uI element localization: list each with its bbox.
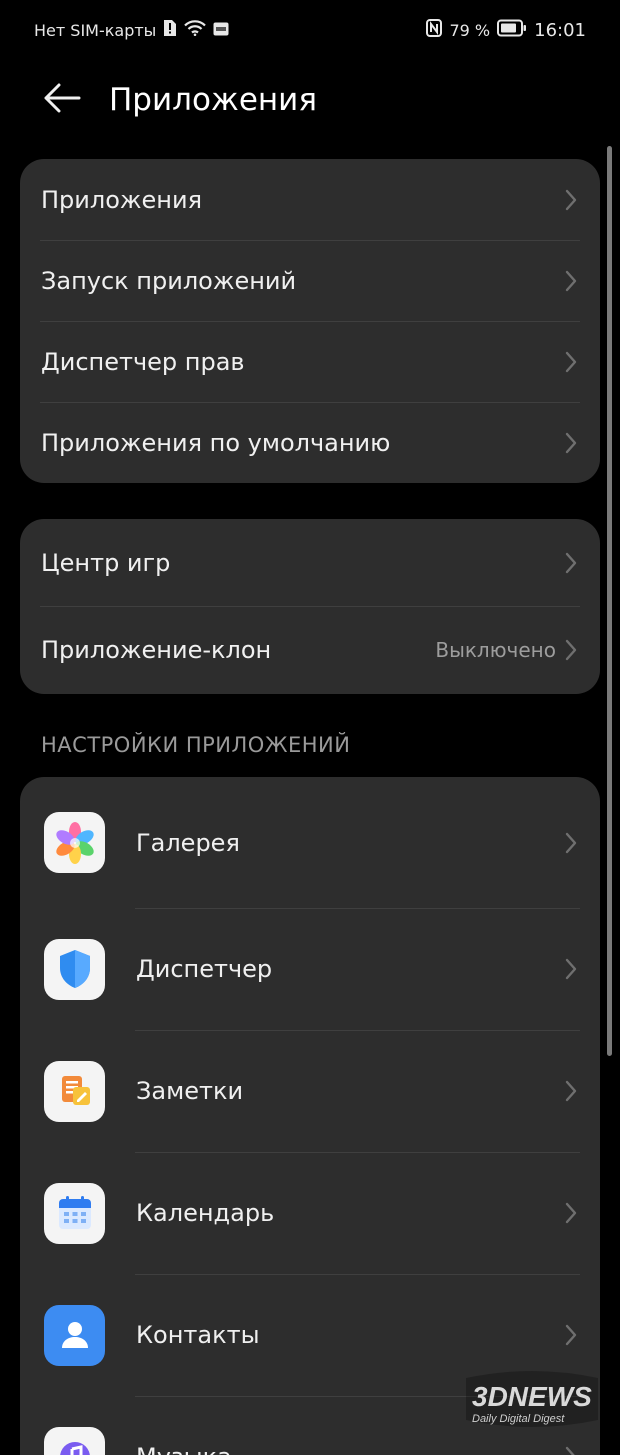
carrier-text: Нет SIM-карты xyxy=(34,20,157,40)
app-item-gallery[interactable]: Галерея xyxy=(20,777,600,908)
battery-percent: 79 % xyxy=(449,20,491,40)
data-speed-icon xyxy=(213,21,229,40)
app-label: Заметки xyxy=(136,1077,244,1105)
sim-alert-icon xyxy=(163,19,177,41)
chevron-right-icon xyxy=(564,270,578,292)
watermark-logo: 3DNEWS Daily Digital Digest xyxy=(462,1368,602,1430)
menu-item-game-center[interactable]: Центр игр xyxy=(20,519,600,606)
status-right: 79 % 16:01 xyxy=(426,19,586,41)
scrollbar[interactable] xyxy=(607,146,612,1056)
status-left: Нет SIM-карты xyxy=(34,19,229,41)
menu-item-label: Приложение-клон xyxy=(41,636,272,664)
menu-item-label: Центр игр xyxy=(41,548,171,577)
chevron-right-icon xyxy=(564,639,578,661)
battery-icon xyxy=(497,19,527,41)
menu-item-value: Выключено xyxy=(435,638,556,662)
chevron-right-icon xyxy=(564,1080,578,1102)
wifi-icon xyxy=(184,20,207,40)
settings-group-apps: Приложения Запуск приложений Диспетчер п… xyxy=(20,159,600,483)
settings-group-games: Центр игр Приложение-клон Выключено xyxy=(20,519,600,694)
app-item-notes[interactable]: Заметки xyxy=(20,1030,600,1152)
chevron-right-icon xyxy=(564,552,578,574)
back-button[interactable] xyxy=(40,78,84,122)
app-item-calendar[interactable]: Календарь xyxy=(20,1152,600,1274)
menu-item-permission-manager[interactable]: Диспетчер прав xyxy=(20,321,600,402)
menu-item-label: Диспетчер прав xyxy=(41,347,245,376)
watermark-brand: 3DNEWS xyxy=(472,1381,592,1412)
shield-icon xyxy=(44,938,105,1000)
music-icon xyxy=(44,1426,105,1455)
watermark-tagline: Daily Digital Digest xyxy=(472,1413,565,1425)
gallery-icon xyxy=(44,812,105,873)
app-bar: Приложения xyxy=(0,60,620,140)
menu-item-label: Приложения по умолчанию xyxy=(41,428,391,457)
menu-item-label: Приложения xyxy=(41,185,203,214)
app-settings-list: Галерея Диспетчер Заметки Календарь Конт… xyxy=(20,777,600,1455)
chevron-right-icon xyxy=(564,189,578,211)
app-label: Контакты xyxy=(136,1321,260,1349)
contacts-icon xyxy=(44,1304,105,1366)
chevron-right-icon xyxy=(564,1446,578,1455)
chevron-right-icon xyxy=(564,958,578,980)
clock: 16:01 xyxy=(534,19,586,41)
nfc-icon xyxy=(426,19,443,41)
menu-item-default-apps[interactable]: Приложения по умолчанию xyxy=(20,402,600,483)
app-label: Галерея xyxy=(136,828,240,857)
chevron-right-icon xyxy=(564,832,578,854)
chevron-right-icon xyxy=(564,351,578,373)
arrow-left-icon xyxy=(43,83,81,117)
menu-item-label: Запуск приложений xyxy=(41,266,297,295)
menu-item-app-twin[interactable]: Приложение-клон Выключено xyxy=(20,606,600,694)
status-bar: Нет SIM-карты 79 % 16:01 xyxy=(0,0,620,60)
menu-item-apps[interactable]: Приложения xyxy=(20,159,600,240)
chevron-right-icon xyxy=(564,1202,578,1224)
section-header: НАСТРОЙКИ ПРИЛОЖЕНИЙ xyxy=(41,733,351,757)
chevron-right-icon xyxy=(564,432,578,454)
notes-icon xyxy=(44,1060,105,1122)
page-title: Приложения xyxy=(109,82,317,118)
app-label: Музыка xyxy=(136,1443,232,1455)
calendar-icon xyxy=(44,1182,105,1244)
app-label: Диспетчер xyxy=(136,955,273,983)
menu-item-app-launch[interactable]: Запуск приложений xyxy=(20,240,600,321)
app-item-phone-manager[interactable]: Диспетчер xyxy=(20,908,600,1030)
chevron-right-icon xyxy=(564,1324,578,1346)
app-label: Календарь xyxy=(136,1199,275,1227)
